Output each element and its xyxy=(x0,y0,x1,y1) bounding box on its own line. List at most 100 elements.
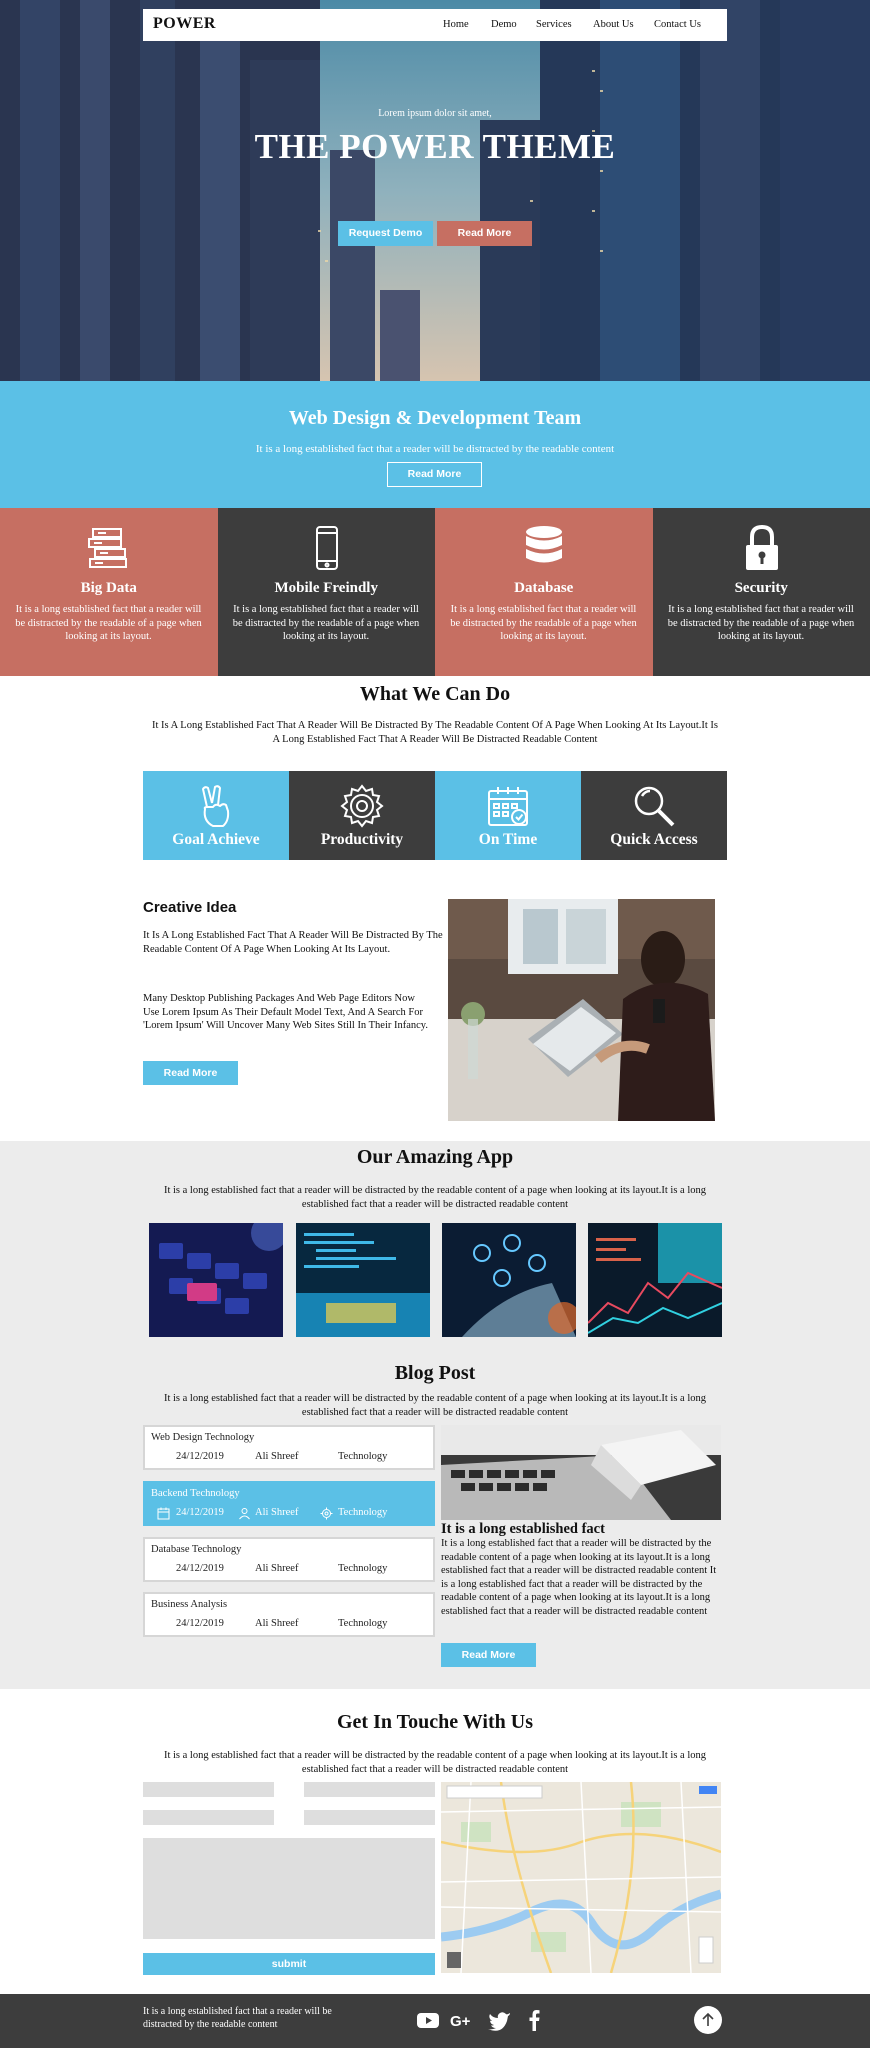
feature-title: Mobile Freindly xyxy=(274,580,378,596)
feature-desc: It is a long established fact that a rea… xyxy=(667,604,855,642)
subject-field[interactable] xyxy=(304,1810,435,1825)
post-author: Ali Shreef xyxy=(255,1618,299,1629)
blog-post-item-active[interactable]: Backend Technology 24/12/2019 Ali Shreef… xyxy=(143,1481,435,1526)
tile-label: Quick Access xyxy=(610,831,698,848)
post-author: Ali Shreef xyxy=(255,1451,299,1462)
database-icon xyxy=(526,526,562,563)
blog-title: Blog Post xyxy=(394,1362,476,1384)
tile-label: On Time xyxy=(478,831,538,848)
name-field[interactable] xyxy=(143,1782,274,1797)
tile-quick-access[interactable]: Quick Access xyxy=(581,771,727,860)
team-subtitle: It is a long established fact that a rea… xyxy=(255,443,615,455)
facebook-icon[interactable] xyxy=(522,2008,546,2032)
nav-contact-us[interactable]: Contact Us xyxy=(654,19,701,30)
blog-feature-photo xyxy=(441,1425,721,1520)
gear-icon xyxy=(320,1507,333,1520)
brand-logo[interactable]: POWER xyxy=(153,15,216,33)
back-to-top-button[interactable] xyxy=(694,2006,722,2034)
twitter-icon[interactable] xyxy=(487,2008,511,2032)
nav-demo[interactable]: Demo xyxy=(491,19,517,30)
location-map[interactable] xyxy=(441,1782,721,1973)
contact-subtitle: It is a long established fact that a rea… xyxy=(163,1750,707,1775)
app-image-chart[interactable] xyxy=(588,1223,722,1337)
footer: It is a long established fact that a rea… xyxy=(0,1994,870,2048)
creative-paragraph-1: It Is A Long Established Fact That A Rea… xyxy=(143,930,443,955)
post-title: Database Technology xyxy=(151,1544,242,1555)
creative-paragraph-2: Many Desktop Publishing Packages And Web… xyxy=(143,993,428,1031)
navbar: POWER Home Demo Services About Us Contac… xyxy=(143,9,727,41)
blog-feature-body: It is a long established fact that a rea… xyxy=(441,1538,717,1617)
team-section: Web Design & Development Team It is a lo… xyxy=(0,381,870,508)
feature-big-data: Big Data It is a long established fact t… xyxy=(0,508,218,676)
post-title: Backend Technology xyxy=(151,1488,240,1499)
search-icon xyxy=(634,786,675,827)
app-image-touch[interactable] xyxy=(442,1223,576,1337)
post-category: Technology xyxy=(338,1507,388,1518)
blog-post-item[interactable]: Business Analysis 24/12/2019 Ali Shreef … xyxy=(143,1592,435,1637)
team-read-more-button[interactable]: Read More xyxy=(387,462,482,487)
feature-desc: It is a long established fact that a rea… xyxy=(450,604,637,642)
user-icon xyxy=(239,1508,250,1520)
lock-icon xyxy=(745,524,778,570)
tile-on-time[interactable]: On Time xyxy=(435,771,581,860)
tile-label: Goal Achieve xyxy=(172,831,260,848)
submit-button[interactable]: submit xyxy=(143,1953,435,1975)
what-subtitle: It Is A Long Established Fact That A Rea… xyxy=(151,720,718,745)
app-image-keyboard[interactable] xyxy=(149,1223,283,1337)
blog-read-more-button[interactable]: Read More xyxy=(441,1643,536,1667)
mobile-icon xyxy=(315,526,338,570)
feature-desc: It is a long established fact that a rea… xyxy=(15,604,202,642)
hero-title: THE POWER THEME xyxy=(254,127,616,166)
contact-title: Get In Touche With Us xyxy=(337,1711,533,1733)
post-date: 24/12/2019 xyxy=(176,1451,224,1462)
tile-goal-achieve[interactable]: Goal Achieve xyxy=(143,771,289,860)
post-date: 24/12/2019 xyxy=(176,1563,224,1574)
calendar-icon xyxy=(157,1507,170,1520)
feature-mobile-friendly: Mobile Freindly It is a long established… xyxy=(217,508,435,676)
blog-post-item[interactable]: Web Design Technology 24/12/2019 Ali Shr… xyxy=(143,1425,435,1470)
hero-kicker: Lorem ipsum dolor sit amet, xyxy=(378,108,492,119)
post-category: Technology xyxy=(338,1563,388,1574)
creative-title: Creative Idea xyxy=(143,899,237,916)
app-image-code[interactable] xyxy=(296,1223,430,1337)
feature-title: Database xyxy=(514,580,574,596)
arrow-up-icon xyxy=(702,2012,714,2026)
calendar-icon xyxy=(488,787,528,826)
footer-text: It is a long established fact that a rea… xyxy=(143,2006,332,2030)
post-category: Technology xyxy=(338,1451,388,1462)
feature-title: Big Data xyxy=(80,580,137,596)
svg-text:G+: G+ xyxy=(450,2013,471,2030)
team-title: Web Design & Development Team xyxy=(288,407,582,429)
city-skyline-image xyxy=(0,0,870,381)
books-icon xyxy=(88,528,127,568)
app-title: Our Amazing App xyxy=(356,1146,514,1168)
post-category: Technology xyxy=(338,1618,388,1629)
gear-icon xyxy=(340,784,384,828)
post-title: Business Analysis xyxy=(151,1599,228,1610)
nav-about-us[interactable]: About Us xyxy=(593,19,634,30)
what-title: What We Can Do xyxy=(359,683,511,705)
tile-productivity[interactable]: Productivity xyxy=(289,771,435,860)
nav-home[interactable]: Home xyxy=(443,19,469,30)
victory-hand-icon xyxy=(202,785,230,827)
email-field[interactable] xyxy=(304,1782,435,1797)
google-plus-icon[interactable]: G+ xyxy=(450,2008,474,2032)
creative-read-more-button[interactable]: Read More xyxy=(143,1061,238,1085)
nav-services[interactable]: Services xyxy=(536,19,572,30)
feature-database: Database It is a long established fact t… xyxy=(435,508,653,676)
message-textarea[interactable] xyxy=(143,1838,435,1939)
blog-feature-title: It is a long established fact xyxy=(441,1521,605,1537)
feature-security: Security It is a long established fact t… xyxy=(652,508,870,676)
request-demo-button[interactable]: Request Demo xyxy=(338,221,433,246)
post-author: Ali Shreef xyxy=(255,1507,299,1518)
hero-read-more-button[interactable]: Read More xyxy=(437,221,532,246)
post-date: 24/12/2019 xyxy=(176,1507,224,1518)
phone-field[interactable] xyxy=(143,1810,274,1825)
post-date: 24/12/2019 xyxy=(176,1618,224,1629)
blog-post-item[interactable]: Database Technology 24/12/2019 Ali Shree… xyxy=(143,1537,435,1582)
post-title: Web Design Technology xyxy=(151,1432,255,1443)
app-subtitle: It is a long established fact that a rea… xyxy=(163,1185,707,1210)
blog-subtitle: It is a long established fact that a rea… xyxy=(163,1393,707,1418)
youtube-icon[interactable] xyxy=(416,2008,440,2032)
hero-banner xyxy=(0,0,870,381)
